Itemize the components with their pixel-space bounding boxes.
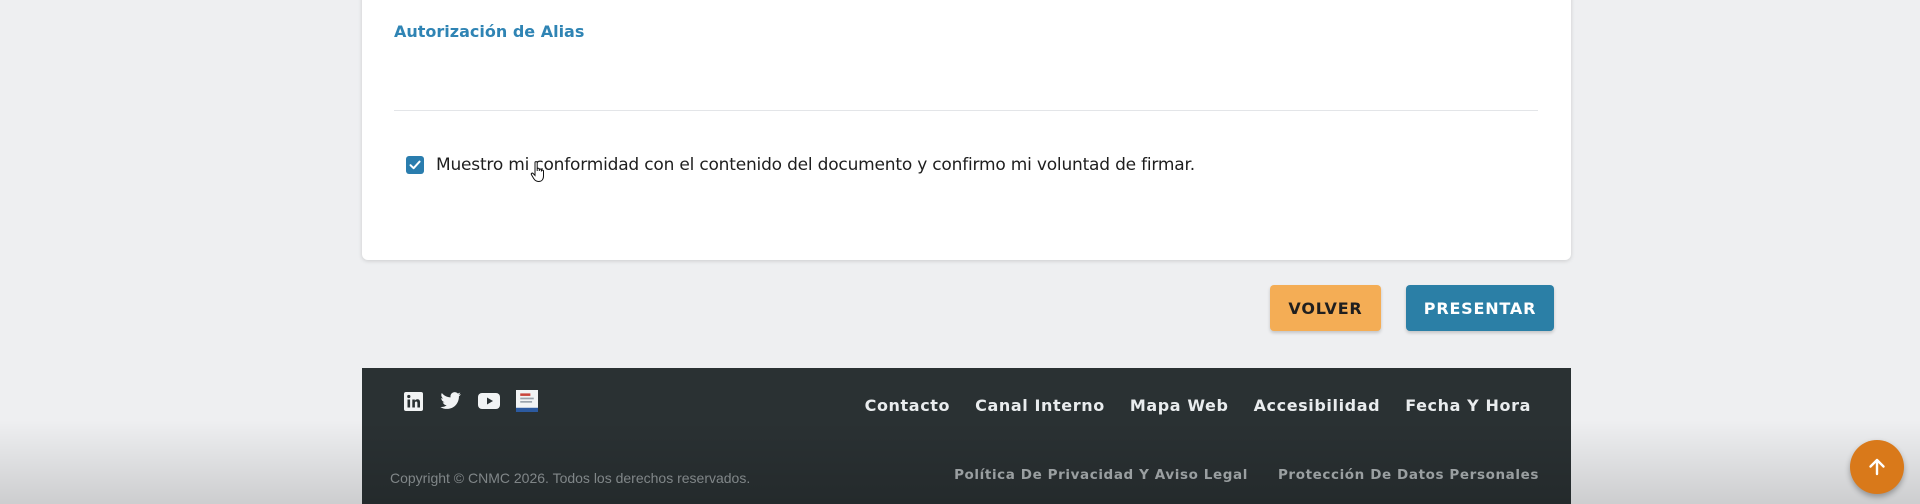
consent-row[interactable]: Muestro mi conformidad con el contenido …: [406, 155, 1195, 175]
scroll-to-top-button[interactable]: [1850, 440, 1904, 494]
hand-cursor-icon: [530, 161, 544, 183]
youtube-icon[interactable]: [478, 390, 500, 412]
footer-link-mapa-web[interactable]: Mapa Web: [1130, 396, 1229, 415]
check-icon: [409, 160, 421, 170]
footer: Contacto Canal Interno Mapa Web Accesibi…: [362, 368, 1571, 504]
legal-links: Política De Privacidad Y Aviso Legal Pro…: [954, 467, 1539, 483]
linkedin-icon[interactable]: [402, 390, 424, 412]
social-links: [402, 390, 538, 412]
legal-link-privacy[interactable]: Política De Privacidad Y Aviso Legal: [954, 467, 1248, 483]
footer-links: Contacto Canal Interno Mapa Web Accesibi…: [865, 396, 1531, 415]
back-button[interactable]: VOLVER: [1270, 285, 1381, 331]
submit-button[interactable]: PRESENTAR: [1406, 285, 1554, 331]
footer-link-canal-interno[interactable]: Canal Interno: [975, 396, 1105, 415]
legal-link-data-protection[interactable]: Protección De Datos Personales: [1278, 467, 1539, 483]
copyright: Copyright © CNMC 2026. Todos los derecho…: [390, 470, 751, 486]
section-title: Autorización de Alias: [394, 22, 585, 41]
footer-link-contacto[interactable]: Contacto: [865, 396, 951, 415]
consent-checkbox[interactable]: [406, 156, 424, 174]
badge-icon[interactable]: [516, 390, 538, 412]
divider: [394, 110, 1538, 111]
twitter-icon[interactable]: [440, 390, 462, 412]
form-card: Autorización de Alias Muestro mi conform…: [362, 0, 1571, 260]
arrow-up-icon: [1869, 458, 1885, 476]
footer-link-fecha-hora[interactable]: Fecha Y Hora: [1405, 396, 1531, 415]
footer-link-accesibilidad[interactable]: Accesibilidad: [1254, 396, 1381, 415]
consent-label[interactable]: Muestro mi conformidad con el contenido …: [436, 155, 1195, 175]
